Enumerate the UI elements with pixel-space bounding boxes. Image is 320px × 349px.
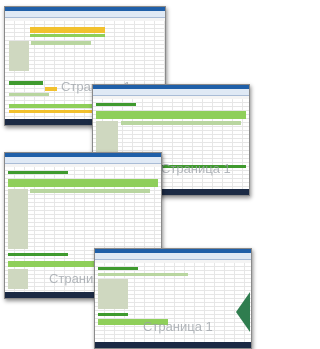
ribbon[interactable] <box>5 11 165 18</box>
ribbon[interactable] <box>5 157 161 164</box>
arrow-icon <box>236 292 250 332</box>
excel-screenshot-4: Страница 1 <box>94 248 252 349</box>
page-watermark: Страница 1 <box>161 161 231 176</box>
ribbon[interactable] <box>93 89 249 96</box>
ribbon[interactable] <box>95 253 251 260</box>
taskbar <box>95 342 251 348</box>
page-watermark: Страница 1 <box>143 319 213 334</box>
